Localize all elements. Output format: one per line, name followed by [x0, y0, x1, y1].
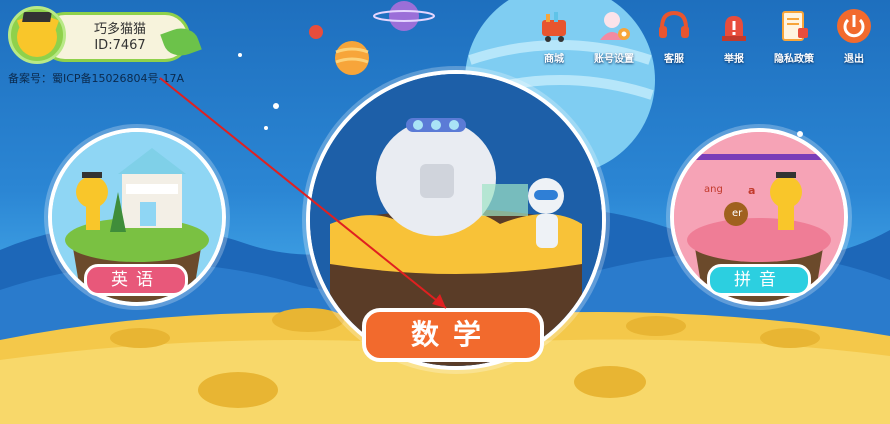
cat-face-icon — [17, 17, 57, 57]
alarm-icon — [716, 8, 752, 44]
top-menu: 商城 账号设置 客服 举报 隐私政策 退出 — [524, 8, 884, 65]
profile-name: 巧多猫猫 — [93, 22, 146, 37]
pinyin-button[interactable]: 拼音 — [707, 264, 811, 296]
report-button[interactable]: 举报 — [704, 8, 764, 65]
headset-icon — [656, 8, 692, 44]
account-settings-icon — [596, 8, 632, 44]
icp-record-text: 备案号：蜀ICP备15026804号-17A — [8, 72, 185, 85]
shop-cart-icon — [536, 8, 572, 44]
menu-label: 举报 — [724, 54, 744, 65]
shop-button[interactable]: 商城 — [524, 8, 584, 65]
privacy-policy-button[interactable]: 隐私政策 — [764, 8, 824, 65]
customer-service-button[interactable]: 客服 — [644, 8, 704, 65]
privacy-document-icon — [776, 8, 812, 44]
math-button[interactable]: 数学 — [362, 308, 544, 362]
graduation-cap-icon — [22, 12, 52, 22]
pinyin-tile: ang — [704, 184, 723, 195]
exit-button[interactable]: 退出 — [824, 8, 884, 65]
menu-label: 退出 — [844, 54, 864, 65]
pinyin-tile: a — [748, 184, 756, 197]
menu-label: 隐私政策 — [774, 54, 814, 65]
english-button[interactable]: 英语 — [84, 264, 188, 296]
account-settings-button[interactable]: 账号设置 — [584, 8, 644, 65]
avatar[interactable] — [8, 6, 66, 64]
pinyin-tile: er — [732, 208, 743, 219]
power-icon — [836, 8, 872, 44]
menu-label: 账号设置 — [594, 54, 634, 65]
user-profile-card[interactable]: 巧多猫猫 ID:7467 — [8, 6, 202, 64]
profile-id: ID:7467 — [94, 38, 146, 53]
menu-label: 商城 — [544, 54, 564, 65]
menu-label: 客服 — [664, 54, 684, 65]
